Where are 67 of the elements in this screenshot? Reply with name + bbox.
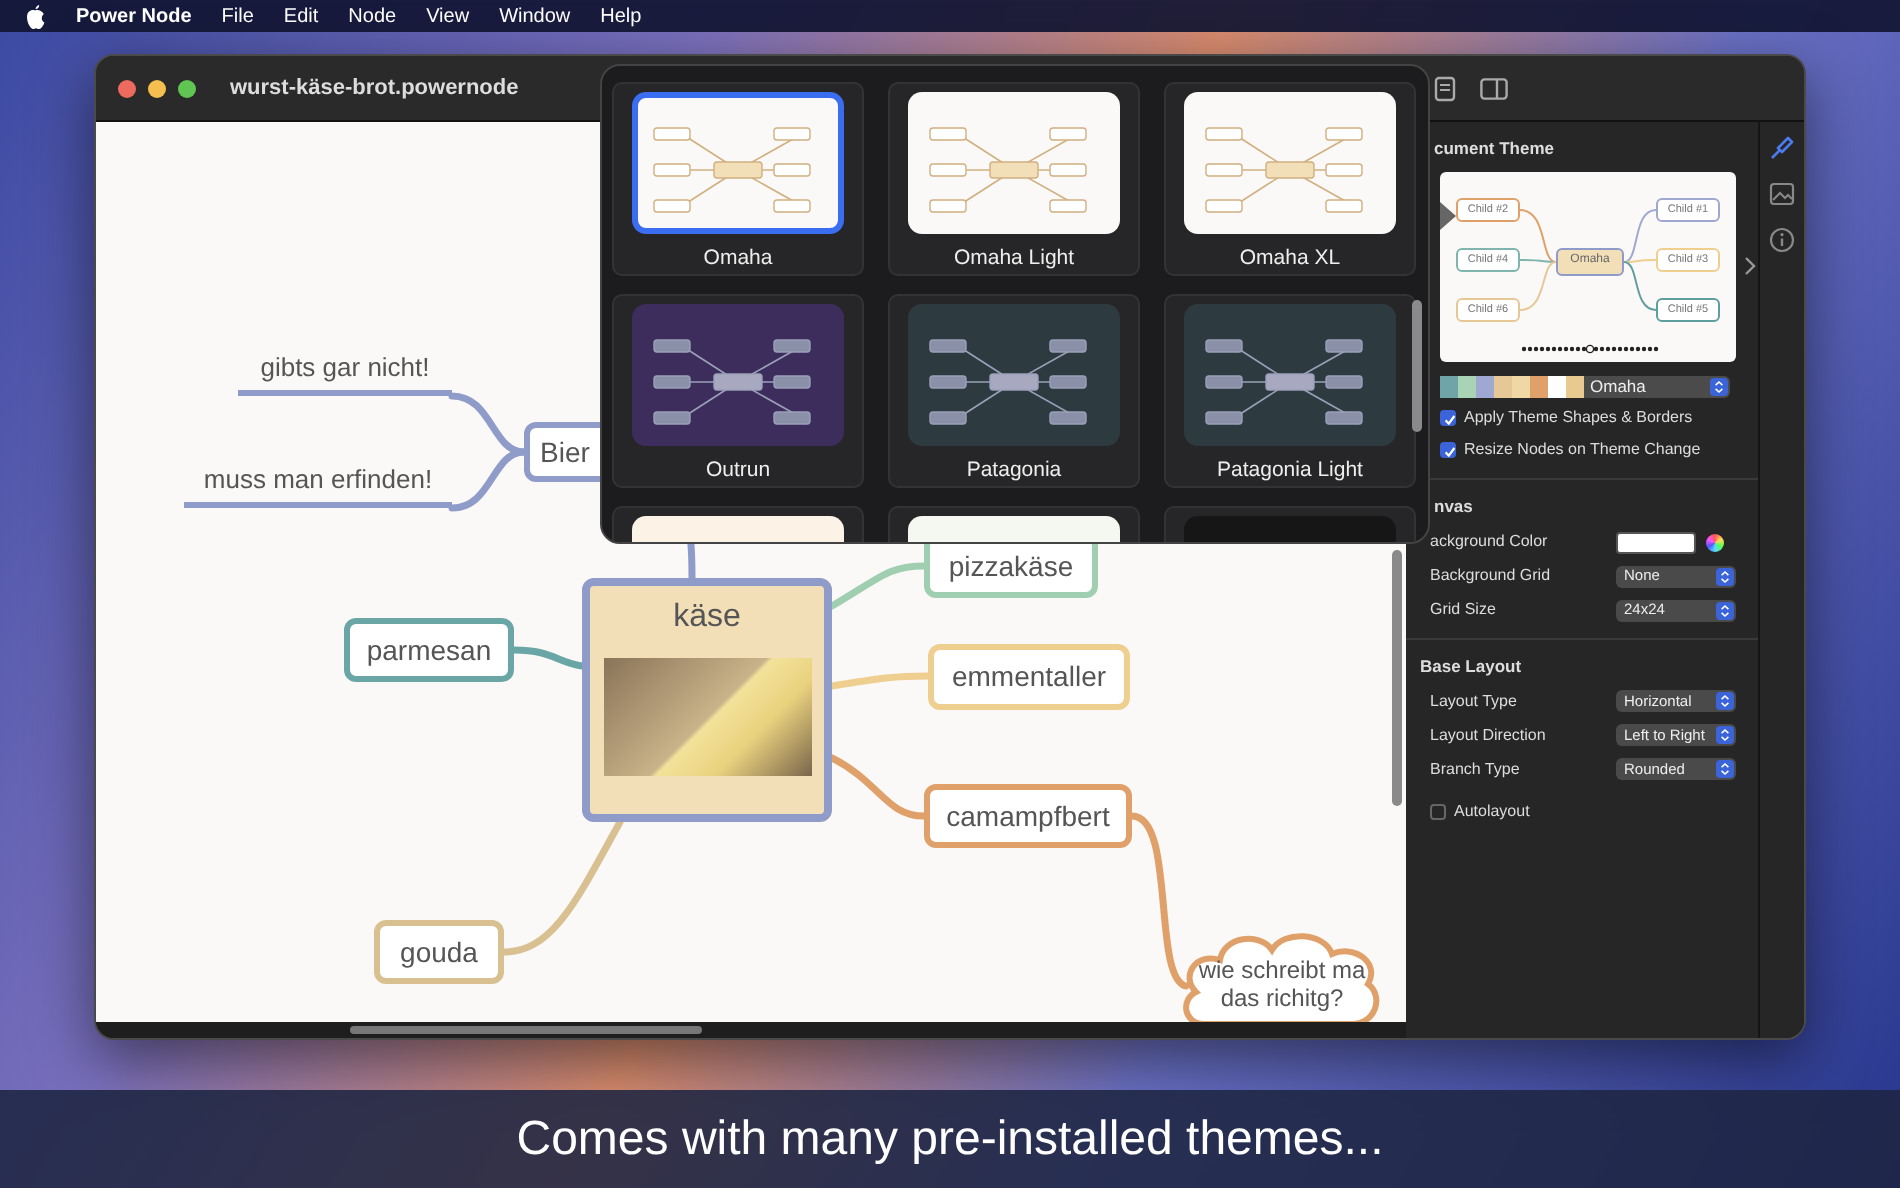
theme-option[interactable]: Patagonia Light bbox=[1164, 294, 1416, 488]
connector-line bbox=[500, 818, 624, 956]
mind-map-node[interactable]: käse bbox=[582, 578, 832, 822]
menu-item[interactable]: Node bbox=[348, 1, 397, 31]
stepper-icon bbox=[1716, 726, 1734, 745]
branch-label[interactable]: gibts gar nicht! bbox=[238, 348, 452, 396]
stepper-icon bbox=[1710, 377, 1728, 396]
field-label: Layout Type bbox=[1430, 689, 1519, 714]
checkbox[interactable] bbox=[1430, 804, 1446, 821]
document-icon[interactable] bbox=[1434, 75, 1456, 101]
stepper-icon bbox=[1716, 760, 1734, 779]
theme-option[interactable]: Omaha bbox=[612, 82, 864, 276]
checkbox[interactable] bbox=[1440, 441, 1456, 458]
theme-option[interactable]: Omaha XL bbox=[1164, 82, 1416, 276]
checkbox-label: Resize Nodes on Theme Change bbox=[1464, 437, 1701, 462]
field-label: Grid Size bbox=[1430, 598, 1498, 622]
connector-line bbox=[828, 562, 928, 610]
field-label: Layout Direction bbox=[1430, 723, 1548, 748]
section-header: cument Theme bbox=[1432, 136, 1556, 162]
page-dots-drawing[interactable] bbox=[1520, 343, 1660, 354]
info-icon[interactable] bbox=[1768, 226, 1796, 254]
theme-option[interactable]: Omaha Light bbox=[888, 82, 1140, 276]
section-header: Base Layout bbox=[1418, 653, 1524, 679]
zoom-button[interactable] bbox=[178, 79, 196, 97]
theme-option[interactable]: Patagonia bbox=[888, 294, 1140, 488]
connector-line bbox=[828, 754, 928, 820]
sidebar-icon[interactable] bbox=[1480, 77, 1508, 99]
scrollbar[interactable] bbox=[350, 1026, 702, 1034]
scrollbar[interactable] bbox=[1412, 300, 1422, 432]
field-label: Background Grid bbox=[1430, 564, 1553, 588]
theme-popup[interactable]: Omaha bbox=[1440, 375, 1730, 398]
image-icon[interactable] bbox=[1768, 180, 1796, 208]
branch-label[interactable]: muss man erfinden! bbox=[184, 460, 452, 508]
connector-line bbox=[828, 672, 932, 690]
stepper-icon bbox=[1716, 567, 1734, 585]
close-button[interactable] bbox=[118, 79, 136, 97]
theme-option[interactable]: Outrun bbox=[612, 294, 864, 488]
color-well[interactable] bbox=[1616, 531, 1696, 553]
window-title: wurst-käse-brot.powernode bbox=[230, 73, 519, 104]
minimize-button[interactable] bbox=[148, 79, 166, 97]
stepper-icon bbox=[1716, 692, 1734, 711]
menu-item[interactable]: Help bbox=[600, 1, 642, 31]
checkbox-label: Autolayout bbox=[1454, 800, 1530, 825]
mind-map-node[interactable]: parmesan bbox=[344, 618, 514, 682]
section-header: nvas bbox=[1432, 493, 1475, 519]
menu-item[interactable]: File bbox=[221, 1, 254, 31]
menu-item[interactable]: View bbox=[426, 1, 470, 31]
checkbox-label: Apply Theme Shapes & Borders bbox=[1464, 405, 1693, 430]
menu-item[interactable]: Window bbox=[499, 1, 571, 31]
caption-text: Comes with many pre-installed themes... bbox=[516, 1109, 1384, 1169]
branch-lines-drawing bbox=[1519, 208, 1657, 311]
stepper-icon bbox=[1716, 601, 1734, 619]
mind-map-node[interactable]: camampfbert bbox=[924, 784, 1132, 848]
node-title: käse bbox=[673, 598, 741, 638]
field-label: Branch Type bbox=[1430, 757, 1522, 782]
connector-line bbox=[510, 646, 586, 670]
color-wheel-icon[interactable] bbox=[1706, 533, 1724, 551]
menu-item[interactable]: Edit bbox=[283, 1, 319, 31]
chevron-right-icon[interactable] bbox=[1744, 256, 1756, 277]
scrollbar[interactable] bbox=[1392, 550, 1402, 806]
checkbox[interactable] bbox=[1440, 409, 1456, 426]
field-label: ackground Color bbox=[1430, 530, 1550, 554]
mind-map-node[interactable]: gouda bbox=[374, 920, 504, 984]
app-menu[interactable]: Power Node bbox=[76, 1, 192, 31]
apple-icon[interactable] bbox=[24, 3, 46, 29]
brush-icon[interactable] bbox=[1768, 134, 1796, 162]
mind-map-node[interactable]: emmentaller bbox=[928, 644, 1130, 710]
